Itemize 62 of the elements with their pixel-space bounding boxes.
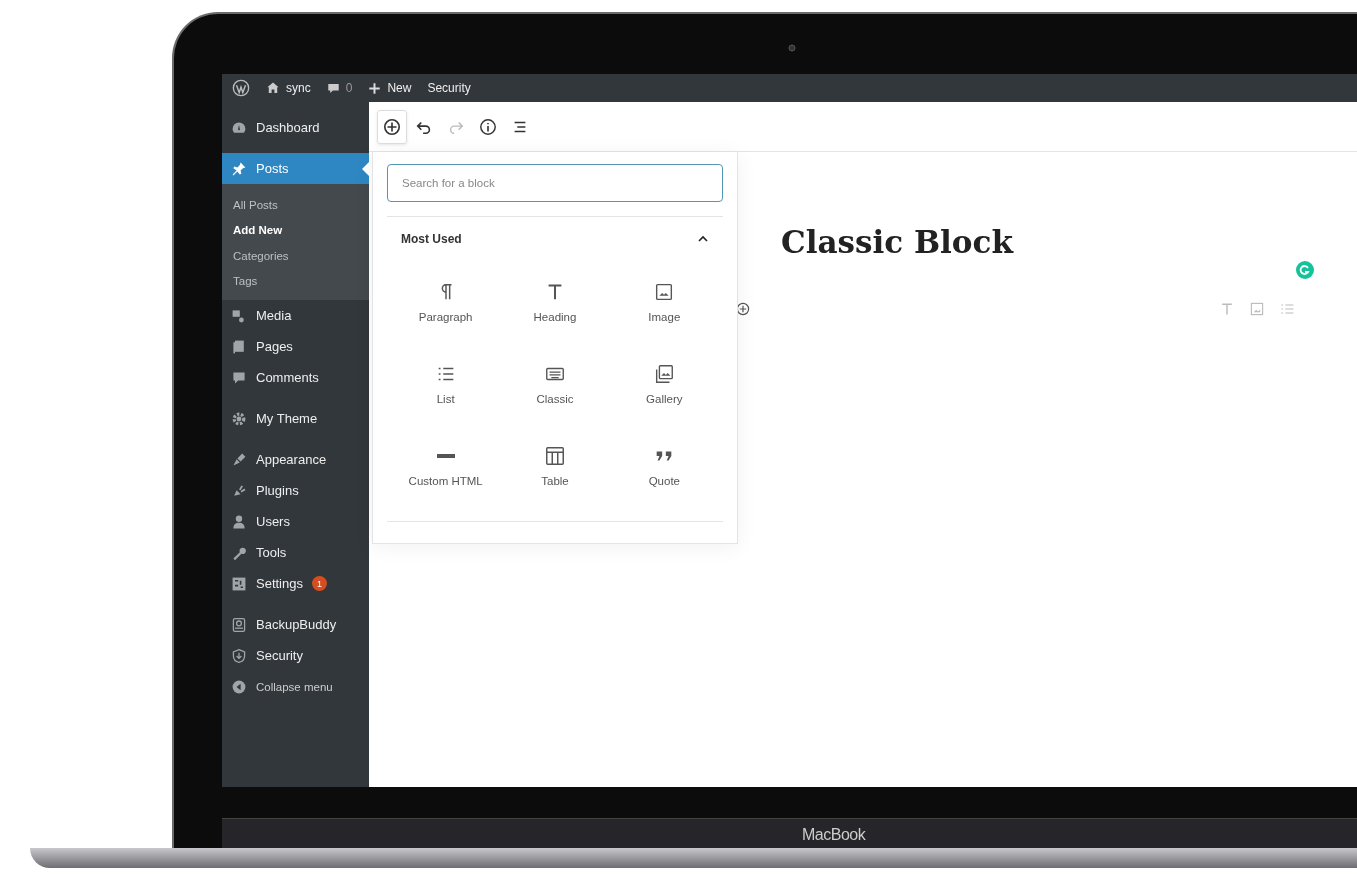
sidebar-item[interactable]: Dashboard <box>222 112 369 143</box>
shield-icon <box>231 647 247 664</box>
home-icon <box>266 81 280 95</box>
plus-icon <box>368 81 382 95</box>
add-block-icon[interactable] <box>735 301 751 317</box>
settings-icon <box>231 575 247 592</box>
category-header[interactable]: Most Used <box>387 217 723 261</box>
sidebar-item[interactable]: Plugins <box>222 475 369 506</box>
device-label: MacBook <box>802 826 866 844</box>
block-option[interactable]: Image <box>609 261 719 343</box>
pin-icon <box>231 160 247 177</box>
speech-bubble-icon <box>231 369 247 386</box>
notification-badge: 1 <box>312 576 327 591</box>
sidebar-item[interactable]: Users <box>222 506 369 537</box>
block-option[interactable]: Custom HTML <box>391 425 501 507</box>
post-title[interactable]: Classic Block <box>781 224 1357 260</box>
category-title: Most Used <box>401 232 462 246</box>
drive-icon <box>231 616 247 633</box>
media-icon <box>231 307 247 324</box>
block-option[interactable]: Table <box>500 425 610 507</box>
comments-link[interactable]: 0 <box>326 81 353 95</box>
block-option[interactable]: Heading <box>500 261 610 343</box>
sidebar-item[interactable]: Collapse menu <box>222 671 369 702</box>
arrow-circle-icon <box>231 678 247 695</box>
sidebar-item[interactable]: Settings 1 <box>222 568 369 599</box>
submenu-item[interactable]: Tags <box>222 268 369 294</box>
paintbrush-icon <box>231 451 247 468</box>
sidebar-item[interactable]: Tools <box>222 537 369 568</box>
sidebar-item[interactable]: Pages <box>222 331 369 362</box>
submenu-item[interactable]: All Posts <box>222 192 369 218</box>
gallery-icon <box>653 363 676 385</box>
block-option[interactable]: List <box>391 343 501 425</box>
info-icon <box>479 117 497 136</box>
speech-bubble-icon <box>326 81 340 95</box>
block-option[interactable]: Quote <box>609 425 719 507</box>
new-link[interactable]: New <box>368 81 412 95</box>
block-option[interactable]: Paragraph <box>391 261 501 343</box>
pages-icon <box>231 338 247 355</box>
dashboard-icon <box>231 119 247 136</box>
table-icon <box>544 445 566 467</box>
camera-icon <box>788 44 796 52</box>
site-link[interactable]: sync <box>266 81 311 95</box>
block-option[interactable]: Gallery <box>609 343 719 425</box>
html-icon <box>436 454 455 458</box>
sidebar-item[interactable]: Media <box>222 300 369 331</box>
sidebar-item[interactable]: Appearance <box>222 444 369 475</box>
submenu-item[interactable]: Add New <box>222 217 369 243</box>
user-icon <box>231 513 247 530</box>
plus-circle-icon <box>383 117 401 136</box>
sidebar-item[interactable]: BackupBuddy <box>222 609 369 640</box>
sidebar-item[interactable]: My Theme <box>222 403 369 434</box>
plug-icon <box>231 482 247 499</box>
security-link[interactable]: Security <box>427 81 471 95</box>
search-field[interactable]: Search for a block <box>387 164 723 202</box>
gear-icon <box>231 410 247 427</box>
add-block-button[interactable] <box>377 109 407 144</box>
block-option[interactable]: Classic <box>500 343 610 425</box>
submenu-item[interactable]: Categories <box>222 243 369 269</box>
sidebar-item[interactable]: Comments <box>222 362 369 393</box>
sidebar-item[interactable]: Posts <box>222 153 369 184</box>
sidebar-item[interactable]: Security <box>222 640 369 671</box>
wordpress-logo-icon[interactable] <box>232 79 250 97</box>
